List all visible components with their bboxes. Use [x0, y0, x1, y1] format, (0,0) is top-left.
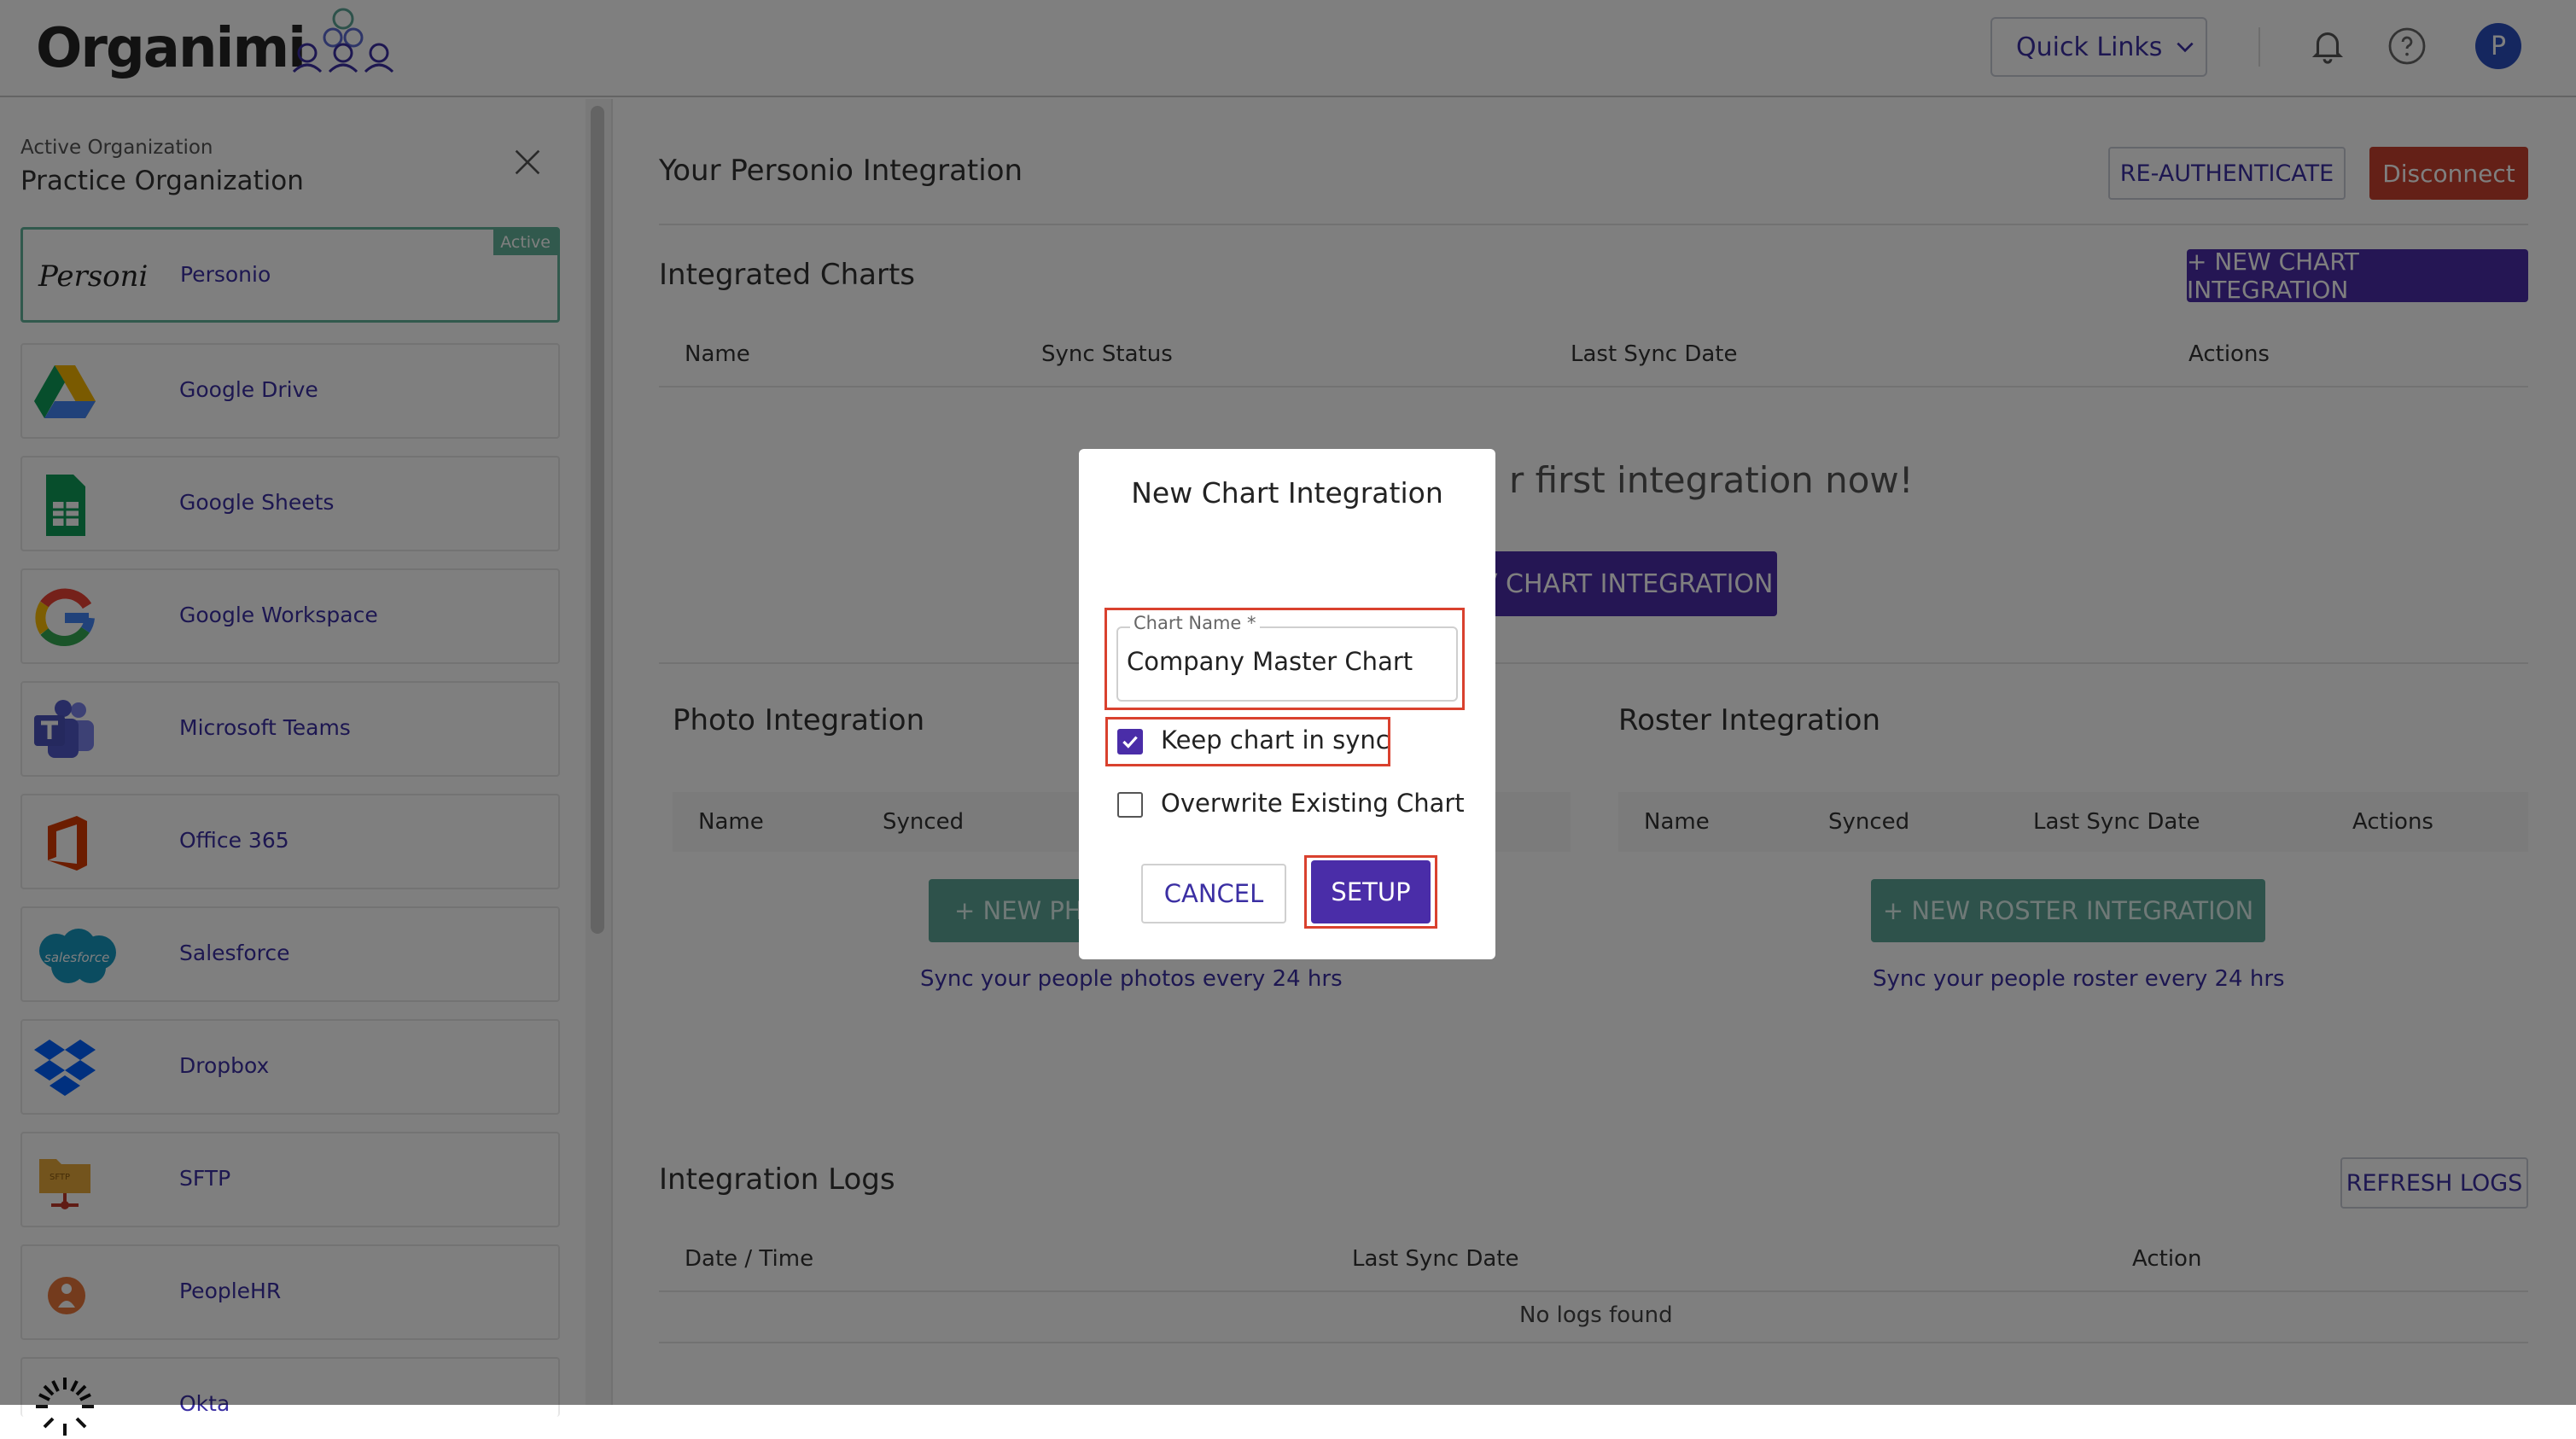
- new-chart-integration-dialog: New Chart Integration Chart Name * Compa…: [1079, 449, 1495, 959]
- checkmark-icon: [1122, 736, 1138, 749]
- dialog-title: New Chart Integration: [1131, 476, 1443, 510]
- keep-sync-label: Keep chart in sync: [1161, 725, 1390, 754]
- chart-name-value[interactable]: Company Master Chart: [1127, 647, 1413, 676]
- overwrite-chart-checkbox[interactable]: [1117, 792, 1143, 818]
- keep-sync-checkbox[interactable]: [1117, 729, 1143, 754]
- setup-button[interactable]: SETUP: [1311, 860, 1431, 923]
- overwrite-chart-label: Overwrite Existing Chart: [1161, 789, 1465, 818]
- chart-name-label: Chart Name *: [1130, 613, 1260, 633]
- cancel-button[interactable]: CANCEL: [1141, 864, 1286, 923]
